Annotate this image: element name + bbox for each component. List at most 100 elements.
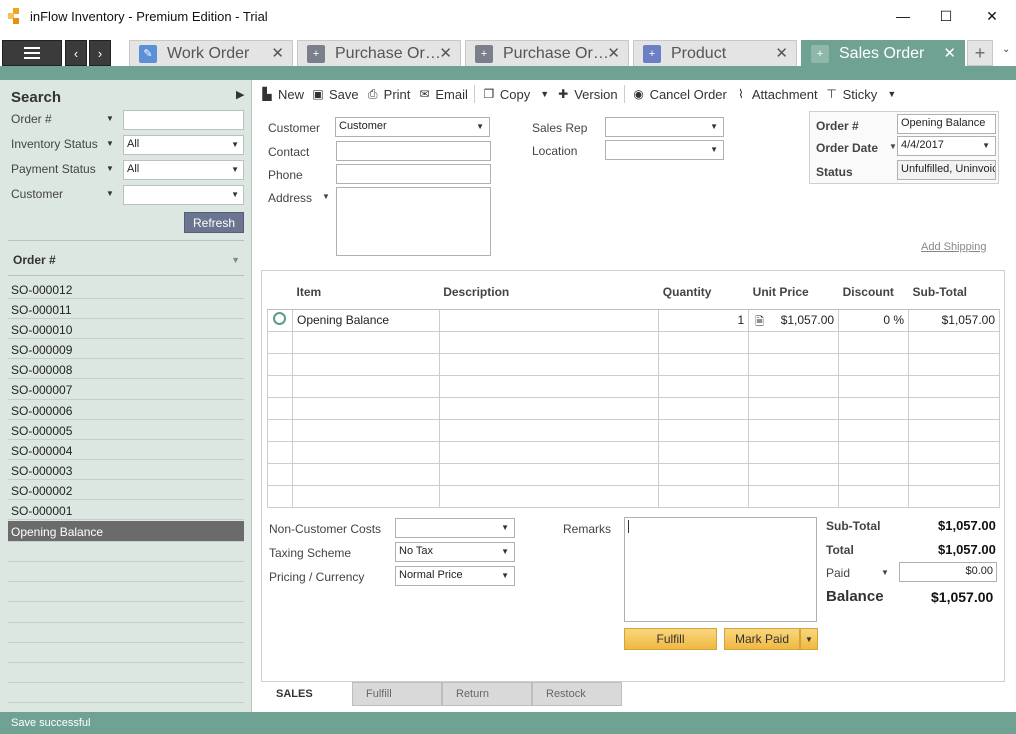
tab-purchase-order-2[interactable]: + Purchase Or… ✕	[465, 40, 629, 66]
refresh-button[interactable]: Refresh	[184, 212, 244, 233]
table-row[interactable]	[267, 418, 1000, 442]
back-button[interactable]: ‹	[65, 40, 87, 66]
column-header-quantity[interactable]: Quantity	[658, 275, 749, 310]
column-header-item[interactable]: Item	[292, 275, 440, 310]
column-header-description[interactable]: Description	[439, 275, 659, 310]
list-item[interactable]: SO-000006	[8, 400, 244, 420]
list-item[interactable]: SO-000009	[8, 339, 244, 360]
column-header-unit-price[interactable]: Unit Price	[748, 275, 839, 310]
email-button[interactable]: ✉ Email	[418, 87, 468, 102]
chevron-down-icon[interactable]: ▼	[540, 89, 549, 99]
chevron-down-icon[interactable]: ▼	[887, 89, 896, 99]
unit-price-cell[interactable]: 🗎 $1,057.00	[748, 308, 840, 332]
tab-close-icon[interactable]: ✕	[943, 44, 956, 62]
save-button[interactable]: ▣ Save	[312, 87, 358, 102]
sort-icon[interactable]: ▼	[231, 255, 240, 265]
list-item[interactable]: SO-000001	[8, 500, 244, 521]
tab-work-order[interactable]: ✎ Work Order ✕	[129, 40, 293, 66]
tab-sales[interactable]: SALES	[262, 682, 352, 706]
taxing-scheme-select[interactable]: No Tax ▼	[395, 542, 515, 562]
pricing-currency-select[interactable]: Normal Price ▼	[395, 566, 515, 586]
column-header-discount[interactable]: Discount	[838, 275, 909, 310]
order-date-picker[interactable]: 4/4/2017 ▼	[897, 136, 996, 156]
add-tab-button[interactable]: +	[967, 40, 993, 66]
remarks-textarea[interactable]	[624, 517, 817, 622]
list-item[interactable]: SO-000005	[8, 420, 244, 440]
item-cell[interactable]: Opening Balance	[291, 308, 440, 332]
tab-sales-order[interactable]: + Sales Order ✕	[801, 40, 965, 66]
order-list-header[interactable]: Order # ▼	[8, 240, 244, 276]
copy-button[interactable]: ❐ Copy ▼	[483, 87, 550, 102]
chevron-down-icon[interactable]: ⌄	[1002, 44, 1010, 55]
tab-fulfill[interactable]: Fulfill	[352, 682, 442, 706]
attachment-button[interactable]: ⌇ Attachment	[735, 87, 818, 102]
table-row[interactable]	[267, 330, 1000, 354]
row-select-radio-icon[interactable]	[273, 312, 287, 325]
close-button[interactable]: ✕	[969, 0, 1015, 32]
location-select[interactable]: ▼	[605, 140, 724, 160]
customer-filter-select[interactable]: ▼	[123, 185, 244, 205]
print-button[interactable]: ⎙ Print	[367, 87, 411, 102]
list-item-selected[interactable]: Opening Balance	[8, 521, 244, 543]
contact-input[interactable]	[336, 141, 491, 161]
list-item[interactable]: SO-000007	[8, 379, 244, 400]
new-button[interactable]: ▙ New	[261, 87, 304, 102]
date-options-icon[interactable]: ▼	[889, 142, 897, 151]
fulfill-button[interactable]: Fulfill	[624, 628, 717, 650]
address-type-dropdown-icon[interactable]: ▼	[322, 192, 330, 201]
list-item[interactable]: SO-000011	[8, 299, 244, 320]
table-row[interactable]	[267, 440, 1000, 464]
sticky-button[interactable]: ⊤ Sticky ▼	[826, 87, 896, 102]
table-row[interactable]	[267, 484, 1000, 508]
table-row[interactable]	[267, 374, 1000, 398]
tab-close-icon[interactable]: ✕	[775, 44, 788, 62]
version-button[interactable]: ✚ Version	[557, 87, 617, 102]
list-item[interactable]: SO-000012	[8, 279, 244, 300]
tab-restock[interactable]: Restock	[532, 682, 622, 706]
price-list-icon[interactable]: 🗎	[755, 313, 764, 332]
mark-paid-dropdown-icon[interactable]: ▼	[800, 628, 818, 650]
sales-rep-select[interactable]: ▼	[605, 117, 724, 137]
description-cell[interactable]	[438, 308, 660, 332]
maximize-button[interactable]: ☐	[923, 0, 969, 32]
list-item[interactable]: SO-000003	[8, 460, 244, 480]
table-row[interactable]	[267, 396, 1000, 420]
tab-close-icon[interactable]: ✕	[271, 44, 284, 62]
discount-cell[interactable]: 0 %	[838, 308, 910, 332]
inventory-status-select[interactable]: All ▼	[123, 135, 244, 155]
list-item[interactable]: SO-000004	[8, 440, 244, 460]
phone-input[interactable]	[336, 164, 491, 184]
table-row[interactable]	[267, 352, 1000, 376]
list-item[interactable]: SO-000002	[8, 480, 244, 501]
tab-close-icon[interactable]: ✕	[439, 44, 452, 62]
collapse-panel-icon[interactable]: ▶	[236, 88, 244, 101]
tab-close-icon[interactable]: ✕	[607, 44, 620, 62]
paid-input[interactable]: $0.00	[899, 562, 997, 582]
minimize-button[interactable]: —	[880, 0, 926, 32]
hamburger-menu-button[interactable]	[2, 40, 62, 66]
filter-dropdown-icon[interactable]: ▼	[106, 114, 114, 123]
forward-button[interactable]: ›	[89, 40, 111, 66]
customer-select[interactable]: Customer ▼	[335, 117, 490, 137]
column-header-subtotal[interactable]: Sub-Total	[908, 275, 1000, 310]
filter-dropdown-icon[interactable]: ▼	[106, 139, 114, 148]
tab-product[interactable]: + Product ✕	[633, 40, 797, 66]
table-row[interactable]: Opening Balance 1 🗎 $1,057.00 0 % $1,057.…	[267, 308, 1000, 332]
order-number-input[interactable]: Opening Balance	[897, 114, 996, 134]
cancel-order-button[interactable]: ◉ Cancel Order	[633, 87, 727, 102]
order-number-filter-input[interactable]	[123, 110, 244, 130]
paid-options-icon[interactable]: ▼	[881, 568, 889, 577]
filter-dropdown-icon[interactable]: ▼	[106, 164, 114, 173]
filter-dropdown-icon[interactable]: ▼	[106, 189, 114, 198]
mark-paid-button[interactable]: Mark Paid	[724, 628, 800, 650]
tab-purchase-order-1[interactable]: + Purchase Or… ✕	[297, 40, 461, 66]
tab-return[interactable]: Return	[442, 682, 532, 706]
add-shipping-link[interactable]: Add Shipping	[921, 241, 986, 253]
list-item[interactable]: SO-000008	[8, 359, 244, 380]
table-row[interactable]	[267, 462, 1000, 486]
list-item[interactable]: SO-000010	[8, 319, 244, 340]
address-textarea[interactable]	[336, 187, 491, 256]
non-customer-costs-select[interactable]: ▼	[395, 518, 515, 538]
quantity-cell[interactable]: 1	[658, 308, 750, 332]
payment-status-select[interactable]: All ▼	[123, 160, 244, 180]
